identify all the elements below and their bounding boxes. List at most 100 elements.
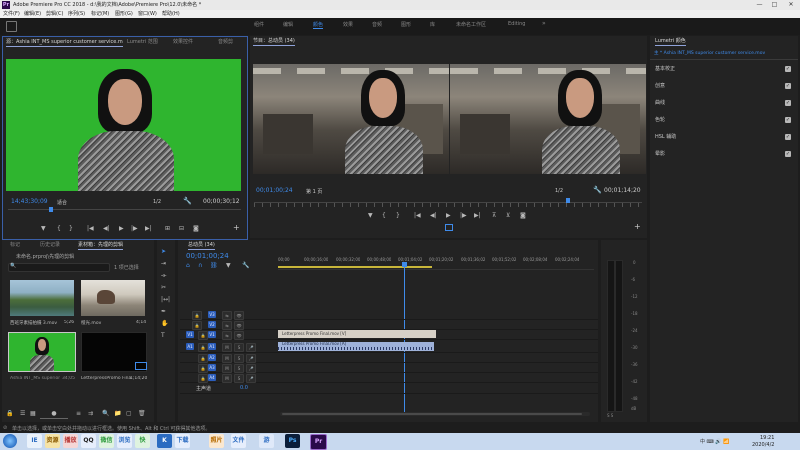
program-scale-dropdown[interactable]: 1/2 [555, 188, 563, 194]
new-bin-icon[interactable]: 📁 [114, 410, 121, 418]
export-frame-icon[interactable]: ◙ [193, 225, 199, 233]
zoom-slider[interactable]: ● [40, 410, 68, 419]
timeline-ruler[interactable]: 00;00 00;00;16;00 00;00;32;00 00;00;48;0… [278, 255, 594, 270]
program-go-to-out-icon[interactable]: ▶| [474, 212, 481, 220]
timeline-settings-icon[interactable]: 🔧 [242, 262, 249, 270]
program-playhead[interactable] [566, 198, 570, 203]
razor-icon[interactable]: ✂ [161, 284, 166, 292]
toggle-track-lock-icon[interactable]: 🔒 [198, 364, 208, 373]
system-tray-icons[interactable]: 中 ⌨ 🔊 📶 [700, 438, 729, 445]
program-mark-in-icon[interactable]: { [382, 212, 386, 220]
workspace-overflow[interactable]: » [542, 20, 546, 27]
timeline-timecode[interactable]: 00;01;00;24 [186, 252, 229, 260]
taskbar-app-browser[interactable]: 浏览 [117, 434, 132, 448]
track-select-icon[interactable]: ⇥ [161, 260, 166, 268]
lumetri-section-curves[interactable]: 曲线 ✓ [655, 98, 791, 108]
snap-icon[interactable]: ∩ [198, 262, 202, 270]
workspace-graphics[interactable]: 图形 [401, 21, 411, 28]
taskbar-app-fast[interactable]: 快 [135, 434, 150, 448]
taskbar-app-files[interactable]: 文件 [231, 434, 246, 448]
toggle-track-lock-icon[interactable]: 🔒 [198, 331, 208, 340]
taskbar-app-photos[interactable]: 照片 [209, 434, 224, 448]
toggle-sync-lock-icon[interactable]: ⇆ [222, 331, 232, 340]
step-back-icon[interactable]: ◀| [103, 225, 110, 233]
program-timecode-current[interactable]: 00;01;00;24 [256, 187, 293, 194]
program-step-back-icon[interactable]: ◀| [430, 212, 437, 220]
source-patch-v1[interactable]: V1 [186, 331, 194, 338]
track-v2[interactable]: 🔒 V2 ⇆ 👁 [180, 320, 598, 330]
tab-effect-controls[interactable]: 效果控件 [173, 37, 193, 47]
lock-icon[interactable]: 🔒 [6, 410, 13, 418]
mute-icon[interactable]: M [222, 374, 232, 383]
track-label-v1[interactable]: V1 [208, 331, 216, 338]
mic-icon[interactable]: 🎤 [246, 354, 256, 363]
pen-tool-icon[interactable]: ✒ [161, 308, 166, 316]
tab-bin[interactable]: 素材箱：先理的剪辑 [78, 240, 124, 250]
solo-icon[interactable]: S [234, 354, 244, 363]
taskbar-app-k[interactable]: K [157, 434, 172, 448]
close-button[interactable]: ✕ [782, 0, 800, 10]
linked-selection-icon[interactable]: ⛓ [210, 262, 218, 270]
lumetri-section-basic[interactable]: 基本校正 ✓ [655, 64, 791, 74]
toggle-sync-lock-icon[interactable]: ⇆ [222, 321, 232, 330]
taskbar-app-ie[interactable]: IE [27, 434, 42, 448]
track-v1[interactable]: V1 🔒 V1 ⇆ 👁 Letterpress Promo Final.mov … [180, 330, 598, 340]
checkbox-icon[interactable]: ✓ [785, 134, 791, 140]
mic-icon[interactable]: 🎤 [246, 374, 256, 383]
mute-icon[interactable]: M [222, 364, 232, 373]
thumb-landscape[interactable] [10, 280, 74, 316]
eye-icon[interactable]: 👁 [234, 331, 244, 340]
menu-file[interactable]: 文件(F) [3, 10, 20, 18]
mute-icon[interactable]: M [222, 343, 232, 352]
mic-icon[interactable]: 🎤 [246, 343, 256, 352]
tab-sequence[interactable]: 总动员 (34) [188, 240, 215, 250]
workspace-libraries[interactable]: 库 [430, 21, 435, 28]
tab-markers[interactable]: 标记 [10, 240, 20, 250]
program-scrub-bar[interactable] [254, 202, 642, 207]
lumetri-section-hsl[interactable]: HSL 辅助 ✓ [655, 132, 791, 142]
track-v3[interactable]: 🔒 V3 ⇆ 👁 [180, 310, 598, 320]
track-a1[interactable]: A1 🔒 A1 M S 🎤 Letterpress Promo Final.mo… [180, 342, 598, 353]
tab-lumetri-scopes[interactable]: Lumetri 范围 [127, 37, 158, 47]
track-a2[interactable]: 🔒 A2 M S 🎤 [180, 353, 598, 363]
checkbox-icon[interactable]: ✓ [785, 151, 791, 157]
source-patch-a1[interactable]: A1 [186, 343, 194, 350]
taskbar-app-photoshop[interactable]: Ps [285, 434, 300, 448]
program-mark-out-icon[interactable]: } [396, 212, 400, 220]
program-play-icon[interactable]: ▶ [446, 212, 451, 220]
source-scrub-bar[interactable] [8, 209, 241, 214]
menu-marker[interactable]: 标记(M) [91, 10, 109, 18]
minimize-button[interactable]: — [752, 0, 767, 10]
solo-icon[interactable]: S [234, 343, 244, 352]
eye-icon[interactable]: 👁 [234, 321, 244, 330]
track-a3[interactable]: 🔒 A3 M S 🎤 [180, 363, 598, 373]
menu-window[interactable]: 窗口(W) [138, 10, 157, 18]
workspace-color[interactable]: 颜色 [313, 21, 324, 29]
icon-view-icon[interactable]: ▦ [30, 410, 36, 418]
start-button[interactable] [3, 434, 17, 448]
taskbar-app-game[interactable]: 游 [259, 434, 274, 448]
eye-icon[interactable]: 👁 [234, 311, 244, 320]
workspace-assembly[interactable]: 组件 [254, 21, 264, 28]
track-label-a4[interactable]: A4 [208, 374, 216, 381]
sort-icon[interactable]: ≡ [76, 410, 81, 418]
program-step-forward-icon[interactable]: |▶ [460, 212, 467, 220]
source-scale-dropdown[interactable]: 1/2 [153, 199, 161, 205]
lift-icon[interactable]: ⊼ [492, 212, 496, 220]
program-wrench-icon[interactable]: 🔧 [593, 186, 602, 194]
taskbar-app-premiere[interactable]: Pr [310, 434, 327, 450]
nest-toggle-icon[interactable]: ⌂ [186, 262, 190, 270]
workspace-effects[interactable]: 效果 [343, 21, 353, 28]
workspace-editing-cn[interactable]: 编辑 [283, 21, 293, 28]
taskbar-app-explorer[interactable]: 资源 [45, 434, 60, 448]
taskbar-app-downloader[interactable]: 下载 [175, 434, 190, 448]
workspace-untitled[interactable]: 未命名工作区 [456, 21, 486, 28]
clip-video[interactable]: Letterpress Promo Final.mov [V] [278, 330, 436, 338]
lumetri-section-wheels[interactable]: 色轮 ✓ [655, 115, 791, 125]
list-view-icon[interactable]: ☰ [20, 410, 25, 418]
taskbar-app-qq[interactable]: QQ [81, 434, 96, 448]
checkbox-icon[interactable]: ✓ [785, 117, 791, 123]
track-label-v2[interactable]: V2 [208, 321, 216, 328]
tab-source[interactable]: 源：Ashia INT_MS superior customer service… [6, 37, 123, 47]
toggle-track-lock-icon[interactable]: 🔒 [192, 311, 202, 320]
